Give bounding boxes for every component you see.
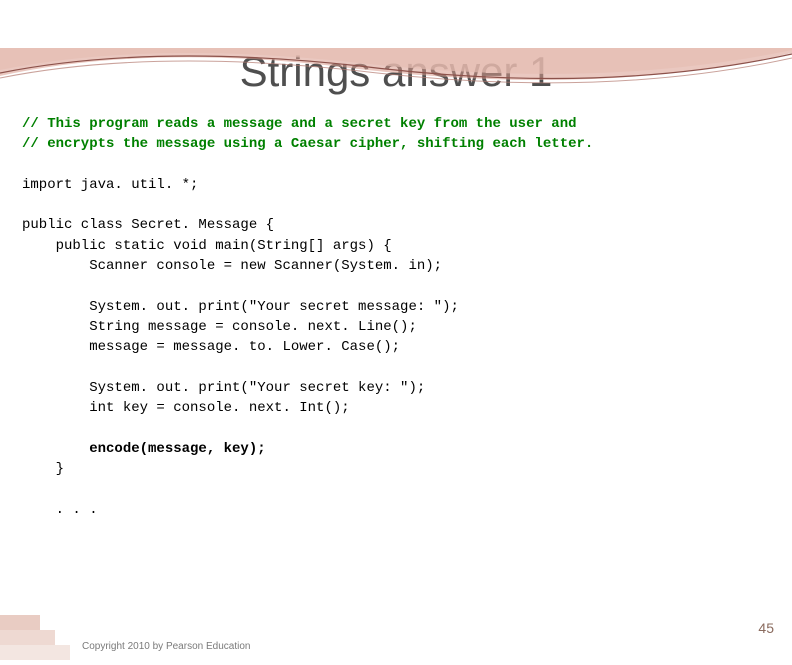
code-line: String message = console. next. Line(); (22, 319, 417, 335)
corner-decoration (0, 615, 70, 660)
code-line: public class Secret. Message { (22, 217, 274, 233)
code-line: System. out. print("Your secret message:… (22, 299, 459, 315)
code-line: int key = console. next. Int(); (22, 400, 350, 416)
code-comment-line: // encrypts the message using a Caesar c… (22, 136, 593, 152)
code-line: import java. util. *; (22, 177, 198, 193)
code-line: System. out. print("Your secret key: "); (22, 380, 425, 396)
code-line: encode(message, key); (22, 441, 266, 457)
code-line: . . . (22, 502, 98, 518)
code-line: Scanner console = new Scanner(System. in… (22, 258, 442, 274)
slide-header-swoosh (0, 48, 792, 103)
code-block: // This program reads a message and a se… (22, 114, 770, 520)
code-line: message = message. to. Lower. Case(); (22, 339, 400, 355)
code-line: } (22, 461, 64, 477)
code-line: public static void main(String[] args) { (22, 238, 392, 254)
page-number: 45 (758, 620, 774, 636)
code-comment-line: // This program reads a message and a se… (22, 116, 577, 132)
copyright-text: Copyright 2010 by Pearson Education (82, 641, 250, 652)
